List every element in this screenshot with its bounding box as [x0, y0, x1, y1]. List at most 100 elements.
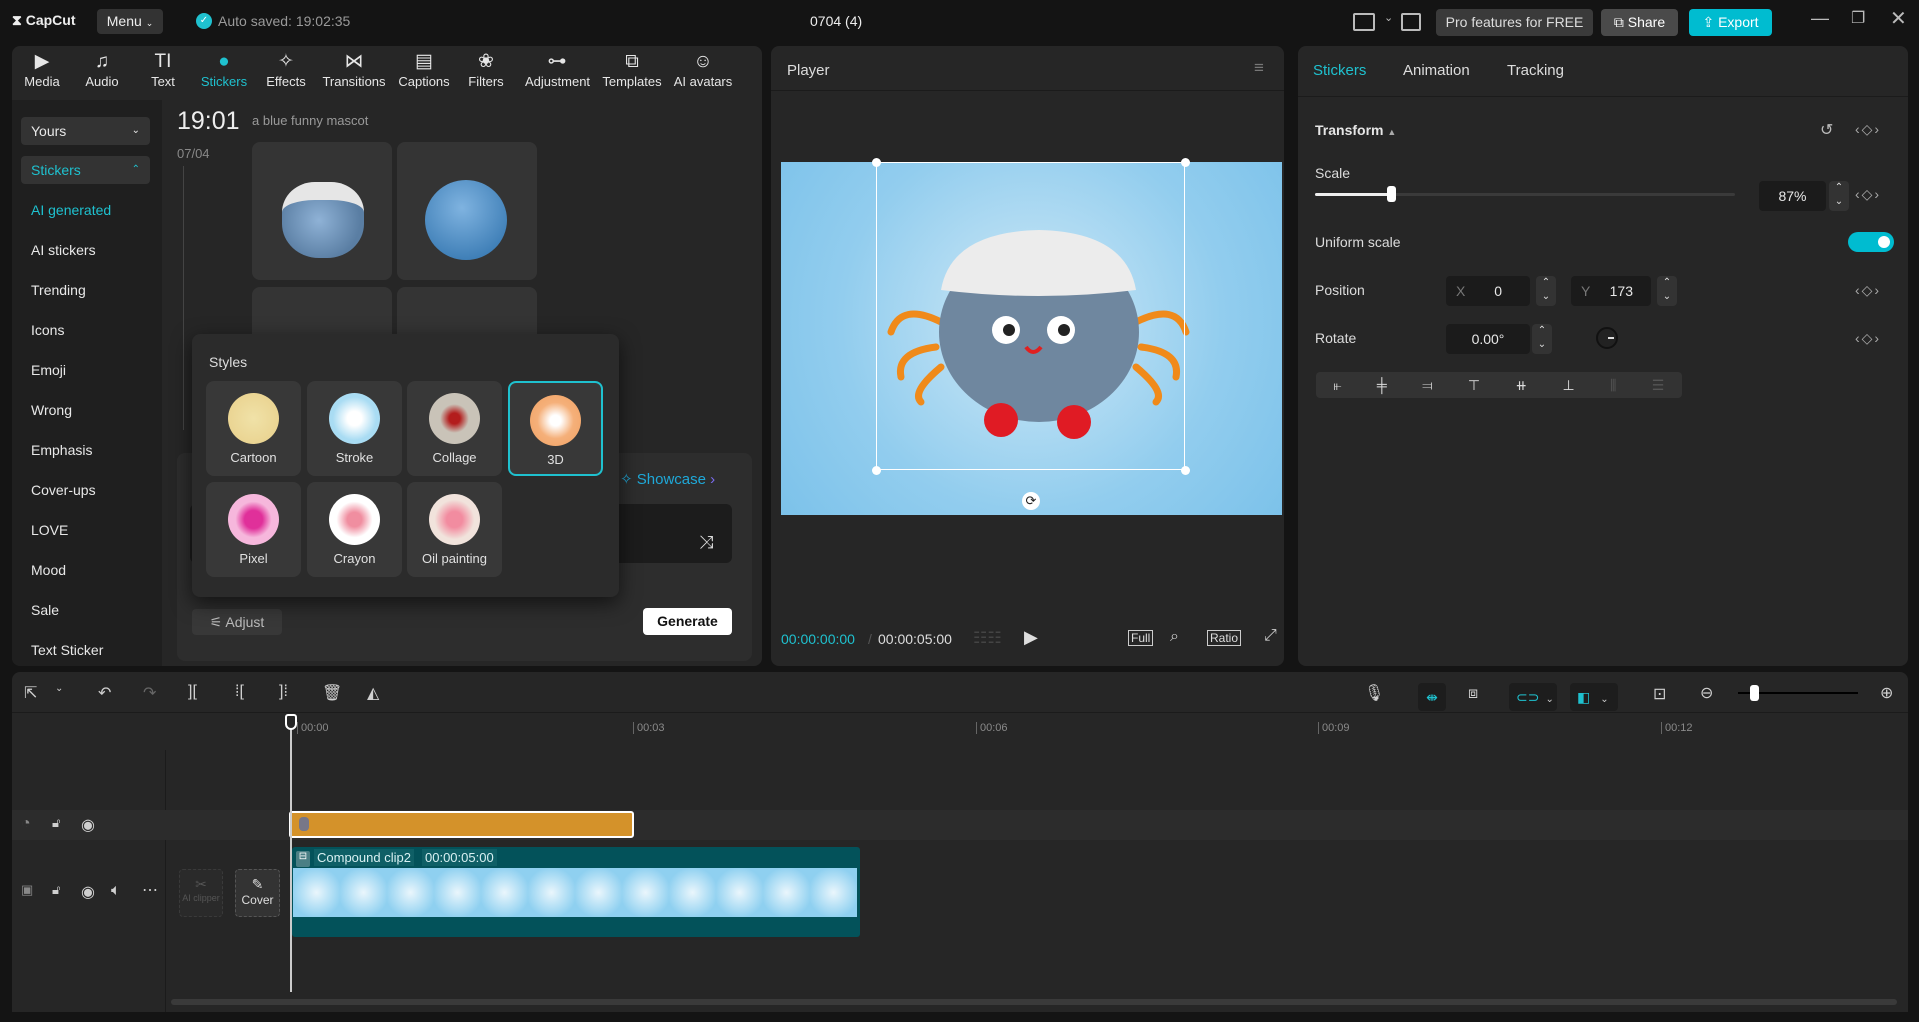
- sidebar-item[interactable]: Trending: [31, 282, 86, 298]
- playhead[interactable]: [285, 714, 297, 992]
- keyframe-nav[interactable]: ‹◇›: [1855, 186, 1881, 203]
- zoom-preview-icon[interactable]: ⌕: [1170, 628, 1179, 646]
- resize-handle[interactable]: [872, 158, 881, 167]
- chevron-down-icon[interactable]: ⌄: [55, 683, 63, 694]
- keyframe-nav[interactable]: ‹◇›: [1855, 282, 1881, 299]
- tool-tab-transitions[interactable]: ⋈ Transitions: [322, 50, 386, 89]
- selection-box[interactable]: [876, 162, 1185, 470]
- eye-icon[interactable]: ◉: [81, 882, 95, 902]
- tool-tab-captions[interactable]: ▤ Captions: [392, 50, 456, 89]
- link-button[interactable]: ⊂⊃ ⌄: [1509, 683, 1557, 711]
- rotate-stepper[interactable]: ⌃ ⌄: [1532, 324, 1552, 354]
- style-option-oil-painting[interactable]: Oil painting: [407, 482, 502, 577]
- tool-tab-templates[interactable]: ⧉ Templates: [600, 50, 664, 89]
- fullscreen-icon[interactable]: ⤢: [1264, 627, 1277, 645]
- sidebar-item[interactable]: Cover-ups: [31, 482, 96, 498]
- lock-icon[interactable]: 🔓︎: [52, 815, 60, 831]
- lock-icon[interactable]: 🔓︎: [52, 882, 60, 898]
- align-bottom-icon[interactable]: ⊥: [1562, 377, 1574, 394]
- tool-tab-filters[interactable]: ❀ Filters: [454, 50, 518, 89]
- position-y-stepper[interactable]: ⌃ ⌄: [1657, 276, 1677, 306]
- split-right-icon[interactable]: ]⁞: [279, 683, 288, 701]
- style-option-pixel[interactable]: Pixel: [206, 482, 301, 577]
- rotate-handle-icon[interactable]: ⟳: [1022, 492, 1040, 510]
- position-x-stepper[interactable]: ⌃ ⌄: [1536, 276, 1556, 306]
- auto-snap-button[interactable]: ⇼: [1418, 683, 1446, 711]
- sidebar-item[interactable]: LOVE: [31, 522, 68, 538]
- sticker-clip[interactable]: [289, 811, 634, 838]
- tool-tab-media[interactable]: ▶ Media: [10, 50, 74, 89]
- stickers-category[interactable]: Stickers ⌃: [21, 156, 150, 184]
- sidebar-item[interactable]: Text Sticker: [31, 642, 103, 658]
- split-icon[interactable]: ][: [188, 683, 197, 701]
- align-right-icon[interactable]: ⫤: [1422, 377, 1433, 394]
- position-x-input[interactable]: X0: [1446, 276, 1530, 306]
- waveform-icon[interactable]: ☷☷: [973, 628, 1002, 648]
- align-top-icon[interactable]: ⊤: [1468, 377, 1480, 394]
- tool-tab-adjustment[interactable]: ⊶ Adjustment: [525, 50, 590, 89]
- resize-handle[interactable]: [1181, 158, 1190, 167]
- pro-features-button[interactable]: Pro features for FREE: [1436, 9, 1593, 36]
- scale-input[interactable]: 87%: [1759, 181, 1826, 211]
- full-quality-button[interactable]: Full: [1128, 630, 1154, 646]
- scale-stepper[interactable]: ⌃ ⌄: [1829, 181, 1849, 211]
- reset-icon[interactable]: ↺: [1820, 120, 1833, 140]
- undo-icon[interactable]: ↶: [98, 683, 111, 703]
- redo-icon[interactable]: ↷: [143, 683, 156, 703]
- sidebar-item[interactable]: Emoji: [31, 362, 66, 378]
- sticker-result[interactable]: [397, 142, 537, 280]
- style-option-stroke[interactable]: Stroke: [307, 381, 402, 476]
- timeline-zoom-slider[interactable]: [1738, 685, 1858, 701]
- style-option-cartoon[interactable]: Cartoon: [206, 381, 301, 476]
- tool-tab-stickers[interactable]: ● Stickers: [192, 50, 256, 89]
- sidebar-item[interactable]: Sale: [31, 602, 59, 618]
- zoom-out-icon[interactable]: ⊖: [1700, 683, 1713, 703]
- cover-button[interactable]: ✎ Cover: [235, 869, 280, 917]
- split-left-icon[interactable]: ⁞[: [235, 683, 244, 701]
- style-option-3d[interactable]: 3D: [508, 381, 603, 476]
- transform-section-toggle[interactable]: Transform ▲: [1315, 122, 1396, 138]
- zoom-slider-thumb[interactable]: [1750, 685, 1759, 701]
- zoom-in-icon[interactable]: ⊕: [1880, 683, 1893, 703]
- export-button[interactable]: ⇪ Export: [1689, 9, 1772, 36]
- share-button[interactable]: ⧉ Share: [1601, 9, 1678, 36]
- minimize-button[interactable]: —: [1811, 8, 1829, 29]
- ratio-button[interactable]: Ratio: [1207, 630, 1242, 646]
- delete-icon[interactable]: 🗑: [322, 683, 342, 703]
- menu-button[interactable]: Menu ⌄: [97, 9, 163, 34]
- rotate-dial[interactable]: [1596, 327, 1618, 349]
- scale-slider[interactable]: [1315, 186, 1735, 202]
- shuffle-icon[interactable]: ⤨: [699, 532, 713, 553]
- play-button[interactable]: ▶: [1024, 627, 1038, 648]
- sidebar-item[interactable]: Icons: [31, 322, 64, 338]
- preview-axis-icon[interactable]: ⧈: [1468, 685, 1478, 703]
- tool-tab-audio[interactable]: ♫ Audio: [70, 50, 134, 89]
- split-screen-button[interactable]: ◧ ⌄: [1570, 683, 1618, 711]
- style-option-crayon[interactable]: Crayon: [307, 482, 402, 577]
- rotate-input[interactable]: 0.00°: [1446, 324, 1530, 354]
- style-option-collage[interactable]: Collage: [407, 381, 502, 476]
- restore-button[interactable]: ❐: [1851, 8, 1865, 28]
- keyframe-nav[interactable]: ‹◇›: [1855, 330, 1881, 347]
- shortcuts-icon[interactable]: [1401, 13, 1421, 31]
- sticker-result[interactable]: [252, 142, 392, 280]
- playhead-handle[interactable]: [285, 714, 297, 730]
- horizontal-scrollbar[interactable]: [171, 999, 1897, 1005]
- resize-handle[interactable]: [872, 466, 881, 475]
- tab-animation[interactable]: Animation: [1403, 62, 1470, 79]
- align-center-v-icon[interactable]: ⧺: [1515, 377, 1527, 394]
- align-left-icon[interactable]: ⫦: [1334, 377, 1342, 394]
- select-tool-icon[interactable]: ⇱: [24, 683, 37, 703]
- resize-handle[interactable]: [1181, 466, 1190, 475]
- tool-tab-ai-avatars[interactable]: ☺ AI avatars: [671, 50, 735, 89]
- fit-timeline-icon[interactable]: ⊡: [1653, 684, 1666, 704]
- tab-stickers[interactable]: Stickers: [1313, 62, 1366, 79]
- sidebar-item[interactable]: Emphasis: [31, 442, 92, 458]
- tool-tab-text[interactable]: TI Text: [131, 50, 195, 89]
- player-menu-icon[interactable]: ≡: [1254, 58, 1264, 78]
- tab-tracking[interactable]: Tracking: [1507, 62, 1564, 79]
- close-button[interactable]: ✕: [1890, 6, 1907, 31]
- volume-icon[interactable]: 🔈︎: [111, 882, 121, 900]
- keyframe-nav[interactable]: ‹◇›: [1855, 121, 1881, 138]
- tool-tab-effects[interactable]: ✧ Effects: [254, 50, 318, 89]
